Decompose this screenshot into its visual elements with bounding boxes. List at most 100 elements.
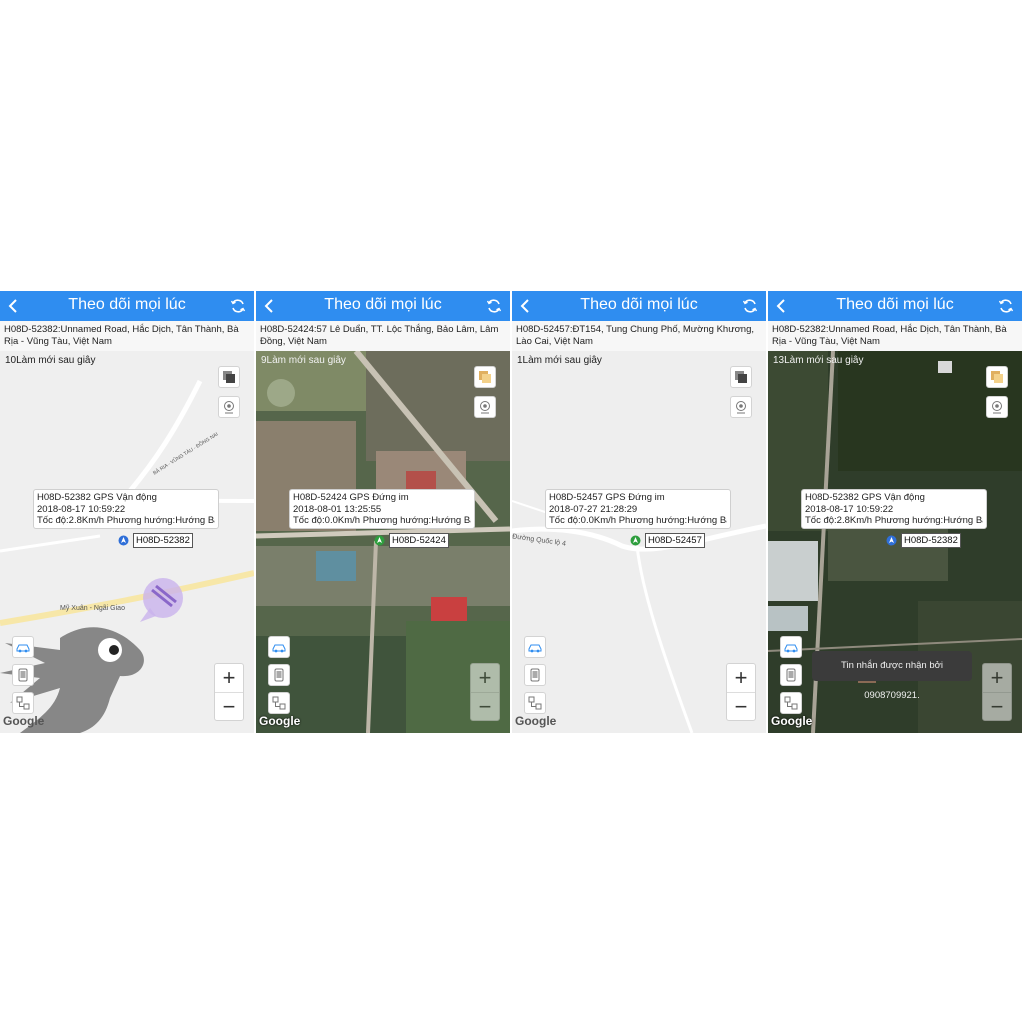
device-button[interactable] <box>12 664 34 686</box>
header-bar: Theo dõi mọi lúc <box>512 291 766 321</box>
route-button[interactable] <box>268 692 290 714</box>
zoom-out-button[interactable]: − <box>983 693 1011 721</box>
layers-icon <box>223 371 235 383</box>
info-speed-direction: Tốc độ:0.0Km/h Phương hướng:Hướng Bắc <box>549 515 727 526</box>
route-button[interactable] <box>780 692 802 714</box>
screenshot-strip: Theo dõi mọi lúc H08D-52382:Unnamed Road… <box>0 291 1024 733</box>
google-logo: Google <box>515 714 557 728</box>
street-view-button[interactable] <box>730 396 752 418</box>
vehicle-button[interactable] <box>524 636 546 658</box>
phone-screen-3: Theo dõi mọi lúc H08D-52457:ĐT154, Tung … <box>512 291 766 733</box>
zoom-out-button[interactable]: − <box>215 693 243 721</box>
refresh-icon[interactable] <box>230 298 246 314</box>
zoom-in-button[interactable]: + <box>727 664 755 693</box>
map-view[interactable]: Mỹ Xuân - Ngãi Giao BÀ RỊA - VŨNG TÀU - … <box>0 351 254 733</box>
street-view-button[interactable] <box>986 396 1008 418</box>
address-bar: H08D-52382:Unnamed Road, Hắc Dịch, Tân T… <box>768 321 1022 351</box>
route-button[interactable] <box>12 692 34 714</box>
route-button[interactable] <box>524 692 546 714</box>
vehicle-plate-label[interactable]: H08D-52424 <box>389 533 449 548</box>
vehicle-marker-icon[interactable] <box>886 535 897 546</box>
layer-toggle-button[interactable] <box>730 366 752 388</box>
device-button[interactable] <box>268 664 290 686</box>
device-button[interactable] <box>780 664 802 686</box>
vehicle-marker-icon[interactable] <box>630 535 641 546</box>
refresh-icon[interactable] <box>998 298 1014 314</box>
map-view[interactable]: Đường Quốc lộ 4 1Làm mới sau giây H08D-5… <box>512 351 766 733</box>
page-title: Theo dõi mọi lúc <box>580 296 698 313</box>
google-logo: Google <box>771 714 813 728</box>
zoom-control: + − <box>726 663 756 721</box>
phone-screen-2: Theo dõi mọi lúc H08D-52424:57 Lê Duẩn, … <box>256 291 510 733</box>
vehicle-marker-icon[interactable] <box>118 535 129 546</box>
info-speed-direction: Tốc độ:2.8Km/h Phương hướng:Hướng Bắc <box>37 515 215 526</box>
header-bar: Theo dõi mọi lúc <box>0 291 254 321</box>
refresh-countdown: 9Làm mới sau giây <box>261 355 346 366</box>
vehicle-plate-label[interactable]: H08D-52457 <box>645 533 705 548</box>
zoom-control: + − <box>470 663 500 721</box>
info-timestamp: 2018-08-01 13:25:55 <box>293 503 382 515</box>
phone-icon <box>786 668 796 682</box>
layers-icon <box>735 371 747 383</box>
zoom-out-button[interactable]: − <box>727 693 755 721</box>
page-title: Theo dõi mọi lúc <box>836 296 954 313</box>
refresh-countdown: 13Làm mới sau giây <box>773 355 864 366</box>
camera-icon <box>992 401 1002 414</box>
camera-icon <box>224 401 234 414</box>
address-bar: H08D-52382:Unnamed Road, Hắc Dịch, Tân T… <box>0 321 254 351</box>
route-icon <box>272 696 286 710</box>
address-bar: H08D-52457:ĐT154, Tung Chung Phố, Mường … <box>512 321 766 351</box>
car-icon <box>16 644 30 653</box>
street-view-button[interactable] <box>218 396 240 418</box>
layer-toggle-button[interactable] <box>218 366 240 388</box>
info-speed-direction: Tốc độ:2.8Km/h Phương hướng:Hướng Bắc <box>805 515 983 526</box>
message-toast: Tin nhắn được nhận bởi 0908709921. <box>812 651 972 701</box>
zoom-in-button[interactable]: + <box>471 664 499 693</box>
header-bar: Theo dõi mọi lúc <box>768 291 1022 321</box>
street-view-button[interactable] <box>474 396 496 418</box>
car-icon <box>784 644 798 653</box>
zoom-control: + − <box>982 663 1012 721</box>
vehicle-marker-icon[interactable] <box>374 535 385 546</box>
info-status: H08D-52382 GPS Vận động <box>37 492 157 503</box>
zoom-out-button[interactable]: − <box>471 693 499 721</box>
vehicle-plate-label[interactable]: H08D-52382 <box>133 533 193 548</box>
layer-toggle-button[interactable] <box>474 366 496 388</box>
map-view[interactable]: 13Làm mới sau giây H08D-52382 GPS Vận độ… <box>768 351 1022 733</box>
info-status: H08D-52424 GPS Đứng im <box>293 492 409 503</box>
map-view[interactable]: 9Làm mới sau giây H08D-52424 GPS Đứng im… <box>256 351 510 733</box>
refresh-icon[interactable] <box>742 298 758 314</box>
layers-icon <box>479 371 491 383</box>
vehicle-button[interactable] <box>780 636 802 658</box>
page-title: Theo dõi mọi lúc <box>68 296 186 313</box>
device-button[interactable] <box>524 664 546 686</box>
info-timestamp: 2018-08-17 10:59:22 <box>805 503 894 515</box>
vehicle-button[interactable] <box>12 636 34 658</box>
phone-screen-4: Theo dõi mọi lúc H08D-52382:Unnamed Road… <box>768 291 1022 733</box>
info-timestamp: 2018-08-17 10:59:22 <box>37 503 126 515</box>
refresh-countdown: 10Làm mới sau giây <box>5 355 96 366</box>
info-timestamp: 2018-07-27 21:28:29 <box>549 503 638 515</box>
phone-icon <box>530 668 540 682</box>
zoom-in-button[interactable]: + <box>983 664 1011 693</box>
vehicle-button[interactable] <box>268 636 290 658</box>
phone-icon <box>18 668 28 682</box>
layer-toggle-button[interactable] <box>986 366 1008 388</box>
camera-icon <box>736 401 746 414</box>
vehicle-plate-label[interactable]: H08D-52382 <box>901 533 961 548</box>
address-bar: H08D-52424:57 Lê Duẩn, TT. Lộc Thắng, Bả… <box>256 321 510 351</box>
info-status: H08D-52382 GPS Vận động <box>805 492 925 503</box>
header-bar: Theo dõi mọi lúc <box>256 291 510 321</box>
vehicle-info-popup: H08D-52424 GPS Đứng im 2018-08-01 13:25:… <box>289 489 475 529</box>
refresh-icon[interactable] <box>486 298 502 314</box>
camera-icon <box>480 401 490 414</box>
google-logo: Google <box>3 714 45 728</box>
route-icon <box>528 696 542 710</box>
vehicle-info-popup: H08D-52382 GPS Vận động 2018-08-17 10:59… <box>33 489 219 529</box>
info-speed-direction: Tốc độ:0.0Km/h Phương hướng:Hướng Bắc <box>293 515 471 526</box>
phone-icon <box>274 668 284 682</box>
route-icon <box>16 696 30 710</box>
zoom-in-button[interactable]: + <box>215 664 243 693</box>
refresh-countdown: 1Làm mới sau giây <box>517 355 602 366</box>
layers-icon <box>991 371 1003 383</box>
